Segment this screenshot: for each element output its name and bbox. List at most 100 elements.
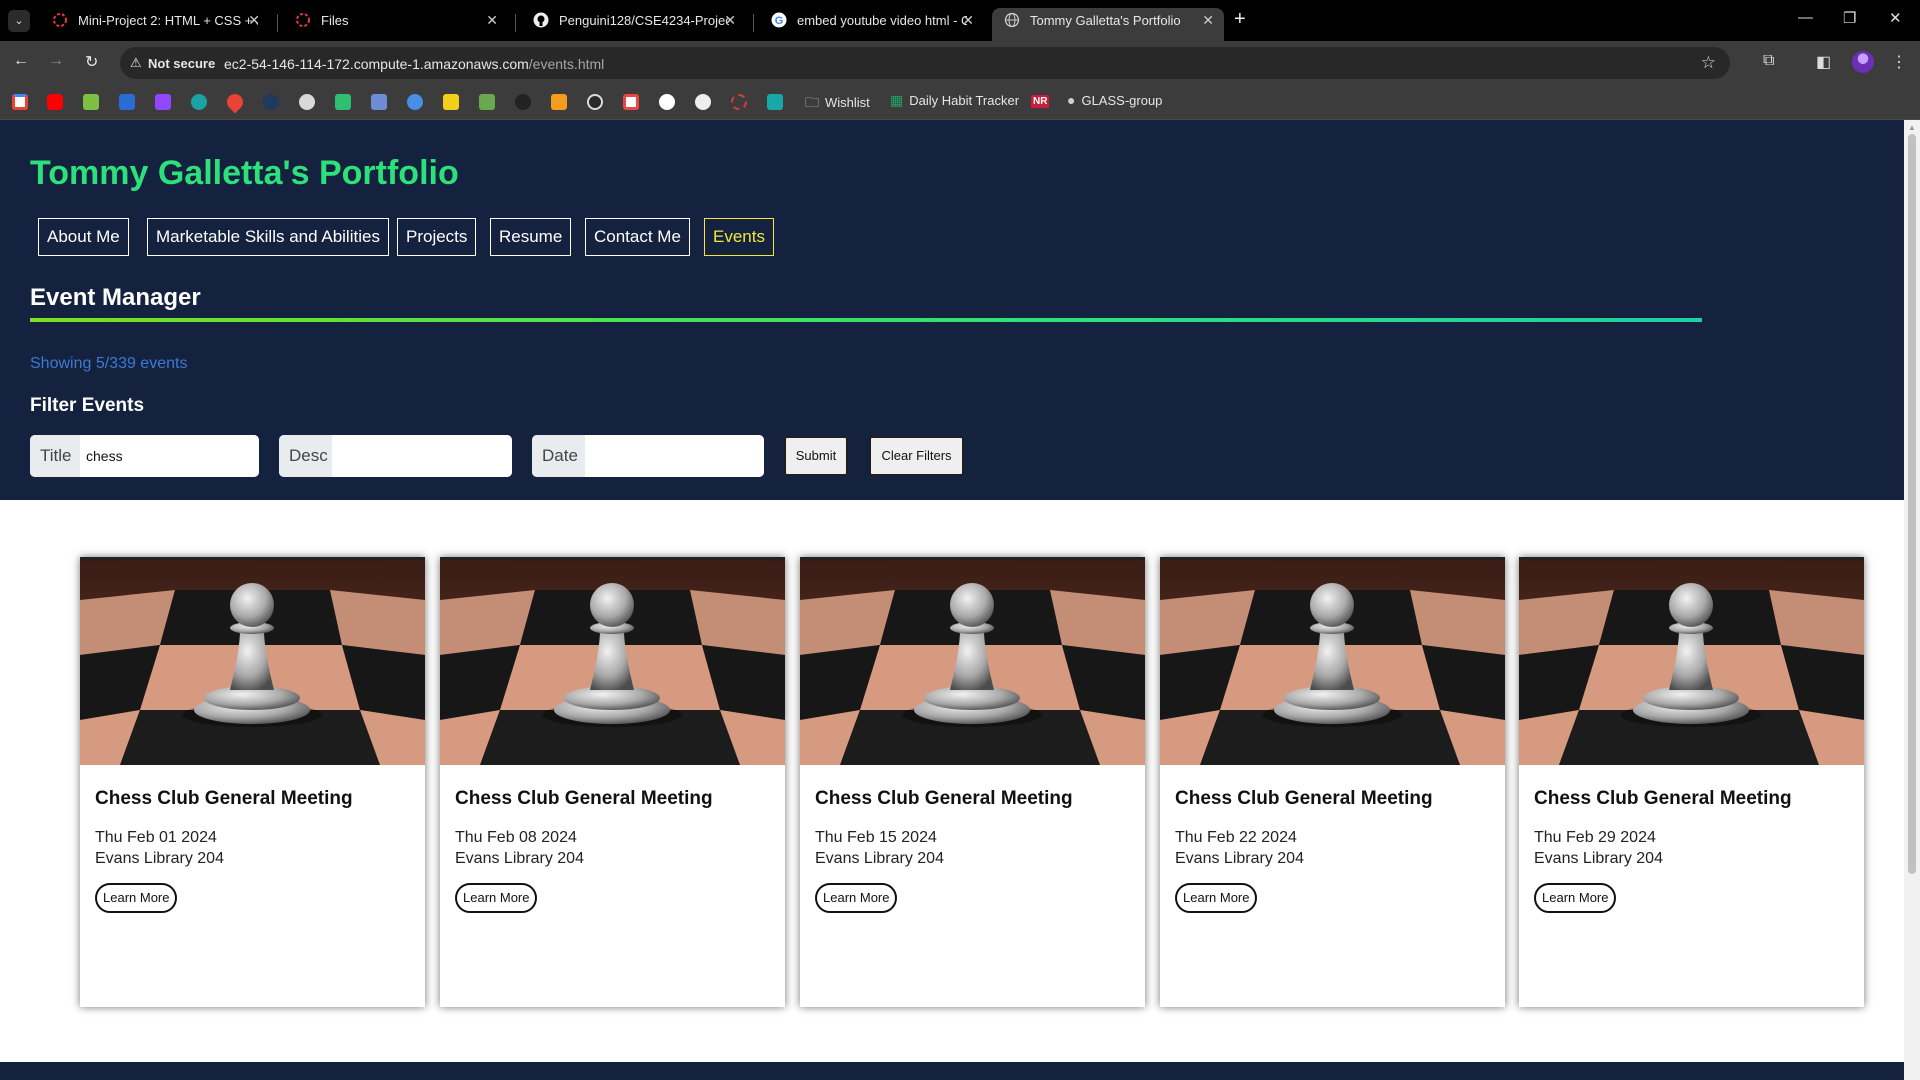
learn-more-button[interactable]: Learn More <box>455 883 538 913</box>
play-icon[interactable] <box>659 94 675 110</box>
scrollbar-thumb[interactable] <box>1908 134 1916 874</box>
bookmark-habit-tracker[interactable]: ▦ Daily Habit Tracker <box>890 92 1019 109</box>
close-icon[interactable]: ✕ <box>486 8 498 33</box>
scroll-up-arrow-icon[interactable]: ▲ <box>1908 123 1916 132</box>
reload-icon[interactable]: ↻ <box>85 52 98 72</box>
extensions-icon[interactable]: ⧉ <box>1763 52 1774 70</box>
github-icon: ● <box>1067 92 1076 108</box>
tab-strip: ⌄ Mini-Project 2: HTML + CSS + J ✕ Files… <box>0 0 1920 41</box>
bookmark-app-icon[interactable] <box>767 94 783 110</box>
nav-contact-me[interactable]: Contact Me <box>585 218 690 256</box>
warning-icon: ⚠ <box>130 55 142 70</box>
section-title: Event Manager <box>30 284 201 311</box>
learn-more-button[interactable]: Learn More <box>815 883 898 913</box>
chess-pawn-image <box>80 560 425 765</box>
filter-heading: Filter Events <box>30 395 145 416</box>
tab-title: Files <box>321 13 349 28</box>
desc-filter-input[interactable] <box>332 435 512 477</box>
github-icon[interactable] <box>695 94 711 110</box>
page-footer <box>0 1062 1904 1080</box>
bookmark-app-icon[interactable] <box>551 94 567 110</box>
close-icon[interactable]: ✕ <box>248 8 260 33</box>
nav-about-me[interactable]: About Me <box>38 218 129 256</box>
learn-more-button[interactable]: Learn More <box>1534 883 1617 913</box>
bookmark-app-icon[interactable] <box>623 94 639 110</box>
twitch-icon[interactable] <box>155 94 171 110</box>
bookmark-app-icon[interactable] <box>479 94 495 110</box>
date-filter-input[interactable] <box>585 435 764 477</box>
clear-filters-button[interactable]: Clear Filters <box>869 436 964 476</box>
event-location: Evans Library 204 <box>95 850 224 867</box>
title-filter-group: Title <box>30 435 259 477</box>
event-title: Chess Club General Meeting <box>455 788 713 809</box>
bookmark-app-icon[interactable] <box>83 94 99 110</box>
bookmark-app-icon[interactable] <box>263 94 279 110</box>
bookmark-app-icon[interactable] <box>119 94 135 110</box>
tab-title: Penguini128/CSE4234-Project- <box>559 13 729 28</box>
tab-portfolio[interactable]: Tommy Galletta's Portfolio ✕ <box>992 8 1224 41</box>
event-card: Chess Club General Meeting Thu Feb 29 202… <box>1519 557 1864 1007</box>
profile-avatar[interactable] <box>1852 51 1874 73</box>
learn-more-button[interactable]: Learn More <box>1175 883 1258 913</box>
maps-pin-icon[interactable] <box>223 90 247 114</box>
nav-projects[interactable]: Projects <box>397 218 477 256</box>
page-scrollbar[interactable]: ▲ <box>1904 120 1920 1080</box>
forward-arrow-icon[interactable]: → <box>48 52 64 70</box>
bookmark-star-icon[interactable]: ☆ <box>1701 53 1716 73</box>
gmail-icon[interactable] <box>12 94 28 110</box>
title-filter-input[interactable] <box>80 435 259 477</box>
event-card: Chess Club General Meeting Thu Feb 15 202… <box>800 557 1145 1007</box>
bookmark-app-icon[interactable] <box>371 94 387 110</box>
nav-events[interactable]: Events <box>704 218 774 256</box>
tab-github[interactable]: Penguini128/CSE4234-Project- ✕ <box>521 8 746 41</box>
bookmark-app-icon[interactable] <box>443 94 459 110</box>
tab-files[interactable]: Files ✕ <box>283 8 508 41</box>
minimize-icon[interactable]: — <box>1798 9 1813 26</box>
submit-button[interactable]: Submit <box>784 436 848 476</box>
event-date: Thu Feb 15 2024 <box>815 829 937 846</box>
bookmark-app-icon[interactable] <box>335 94 351 110</box>
url-text[interactable]: ec2-54-146-114-172.compute-1.amazonaws.c… <box>224 56 604 72</box>
tab-google-search[interactable]: Gembed youtube video html - Go ✕ <box>759 8 984 41</box>
bookmark-nr[interactable]: NR <box>1031 92 1050 108</box>
learn-more-button[interactable]: Learn More <box>95 883 178 913</box>
side-panel-icon[interactable]: ◧ <box>1816 52 1831 72</box>
bookmark-app-icon[interactable] <box>407 94 423 110</box>
bookmark-wishlist[interactable]: 🗀 Wishlist <box>805 92 870 116</box>
new-tab-icon[interactable]: + <box>1234 8 1246 31</box>
bookmark-app-icon[interactable] <box>515 94 531 110</box>
youtube-icon[interactable] <box>47 94 63 110</box>
address-bar[interactable]: ⚠ Not secure ec2-54-146-114-172.compute-… <box>120 47 1730 79</box>
nav-skills[interactable]: Marketable Skills and Abilities <box>147 218 389 256</box>
event-image <box>440 560 785 765</box>
close-window-icon[interactable]: ✕ <box>1889 9 1902 27</box>
close-icon[interactable]: ✕ <box>1202 8 1214 33</box>
event-image <box>1160 560 1505 765</box>
event-image <box>800 560 1145 765</box>
nr-icon: NR <box>1031 95 1050 108</box>
event-date: Thu Feb 29 2024 <box>1534 829 1656 846</box>
event-image <box>80 560 425 765</box>
bookmark-glass-group[interactable]: ● GLASS-group <box>1067 92 1162 108</box>
github-icon <box>533 12 549 28</box>
loading-ring-icon <box>53 13 67 27</box>
tab-title: embed youtube video html - Go <box>797 13 967 28</box>
event-date: Thu Feb 01 2024 <box>95 829 217 846</box>
bookmark-app-icon[interactable] <box>191 94 207 110</box>
event-card: Chess Club General Meeting Thu Feb 08 202… <box>440 557 785 1007</box>
restore-icon[interactable]: ❐ <box>1843 9 1856 27</box>
tab-mini-project[interactable]: Mini-Project 2: HTML + CSS + J ✕ <box>40 8 270 41</box>
section-divider <box>30 318 1702 322</box>
close-icon[interactable]: ✕ <box>962 8 974 33</box>
security-label[interactable]: Not secure <box>148 56 215 71</box>
bookmark-app-icon[interactable] <box>299 94 315 110</box>
close-icon[interactable]: ✕ <box>724 8 736 33</box>
bookmark-app-icon[interactable] <box>587 94 603 110</box>
loading-ring-icon[interactable] <box>731 94 747 110</box>
back-arrow-icon[interactable]: ← <box>13 52 29 70</box>
tab-title: Mini-Project 2: HTML + CSS + J <box>78 13 258 28</box>
tab-search-button[interactable]: ⌄ <box>8 10 30 32</box>
nav-resume[interactable]: Resume <box>490 218 572 256</box>
kebab-menu-icon[interactable]: ⋮ <box>1891 52 1907 72</box>
event-title: Chess Club General Meeting <box>1534 788 1792 809</box>
